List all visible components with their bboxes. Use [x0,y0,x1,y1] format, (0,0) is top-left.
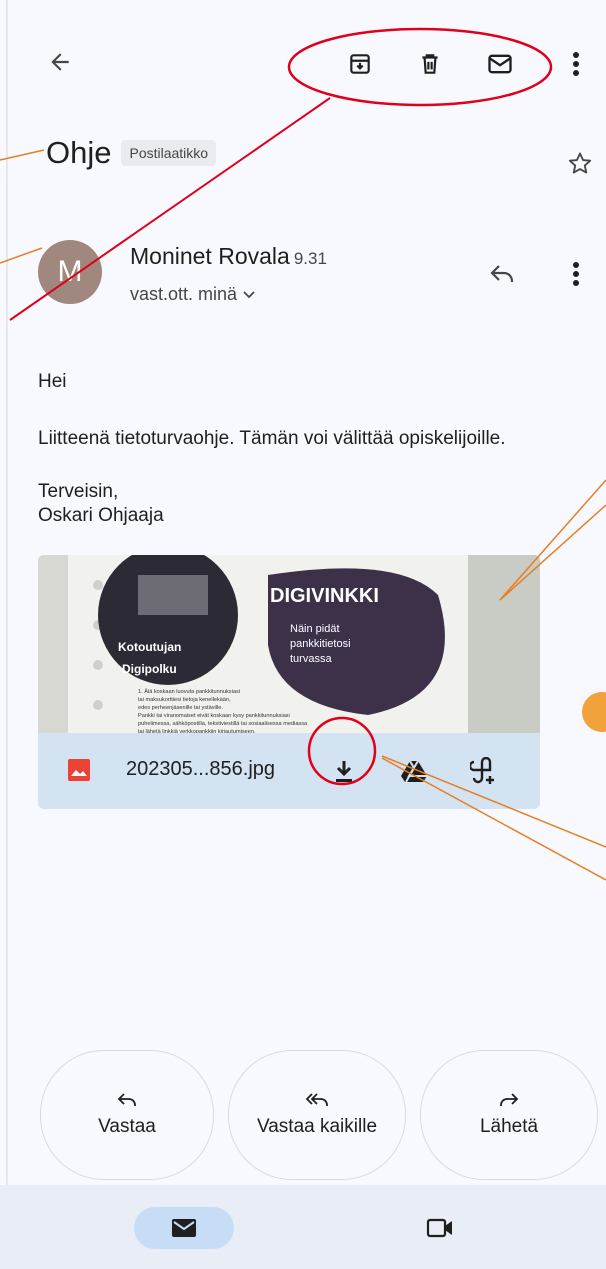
image-file-icon [68,759,90,781]
attachment-filename[interactable]: 202305...856.jpg [126,758,275,781]
reply-action-icon [117,1093,136,1106]
preview-headline: DIGIVINKKI [270,585,379,607]
mail-icon [172,1219,196,1237]
reply-icon[interactable] [480,252,524,296]
add-to-photos-icon[interactable] [462,749,506,793]
star-icon[interactable] [560,142,600,186]
preview-subtitle-2: pankkitietosi [290,638,351,650]
delete-icon[interactable] [408,42,452,86]
greeting-text: Hei [38,371,67,392]
recipients-text: vast.ott. minä [130,284,238,304]
reply-label: Vastaa [98,1116,156,1137]
body-text: Liitteenä tietoturvaohje. Tämän voi väli… [38,428,506,449]
message-time: 9.31 [293,249,327,268]
forward-label: Lähetä [479,1116,539,1137]
reply-all-icon [305,1093,328,1106]
preview-fine-print-1: 1. Älä koskaan luovuta pankkitunnuksiasi [138,688,240,695]
forward-button[interactable]: Lähetä [420,1050,598,1180]
preview-badge-1: Kotoutujan [118,640,181,654]
reply-all-button[interactable]: Vastaa kaikille [228,1050,406,1180]
nav-meet-tab[interactable] [418,1206,462,1250]
subject-title: Ohje [46,135,112,170]
preview-subtitle-1: Näin pidät [290,623,340,635]
attachment-bar: 202305...856.jpg [38,733,540,809]
reply-all-label: Vastaa kaikille [256,1116,378,1137]
preview-fine-print-4: Pankki tai viranomaiset eivät koskaan ky… [138,713,290,719]
inbox-label-chip[interactable]: Postilaatikko [121,140,217,166]
side-overlay-bubble [582,692,606,732]
archive-icon[interactable] [338,42,382,86]
message-more-icon[interactable] [556,252,596,296]
download-icon[interactable] [322,749,366,793]
forward-icon [500,1093,519,1106]
sender-name-row: Moninet Rovala 9.31 [130,243,327,270]
sender-avatar[interactable]: M [38,240,102,304]
preview-subtitle-3: turvassa [290,653,332,665]
preview-fine-print-3: edes perheenjäsenille tai ystäville. [138,705,223,711]
nav-mail-tab[interactable] [134,1207,234,1249]
chevron-down-icon [243,290,255,298]
subject-row: Ohje Postilaatikko [46,135,217,171]
save-to-drive-icon[interactable] [392,749,436,793]
back-arrow-icon[interactable] [38,40,82,84]
preview-fine-print-2: tai maksukorttiesi tietoja kenellekään, [138,697,231,703]
preview-fine-print-5: puhelimessa, sähköpostilla, tekstiviesti… [138,721,308,727]
sender-name: Moninet Rovala [130,243,290,269]
preview-badge-2: Digipolku [122,662,177,676]
signoff-text: Terveisin, [38,481,119,502]
signature-text: Oskari Ohjaaja [38,505,164,526]
mark-unread-mail-icon[interactable] [478,42,522,86]
video-camera-icon [426,1218,452,1238]
bottom-navigation [0,1185,606,1269]
email-screen: Ohje Postilaatikko M Moninet Rovala 9.31 … [0,0,606,1269]
more-options-icon[interactable] [556,42,596,86]
recipients-row[interactable]: vast.ott. minä [130,284,255,305]
screen-edge [6,0,8,1269]
reply-button[interactable]: Vastaa [40,1050,214,1180]
